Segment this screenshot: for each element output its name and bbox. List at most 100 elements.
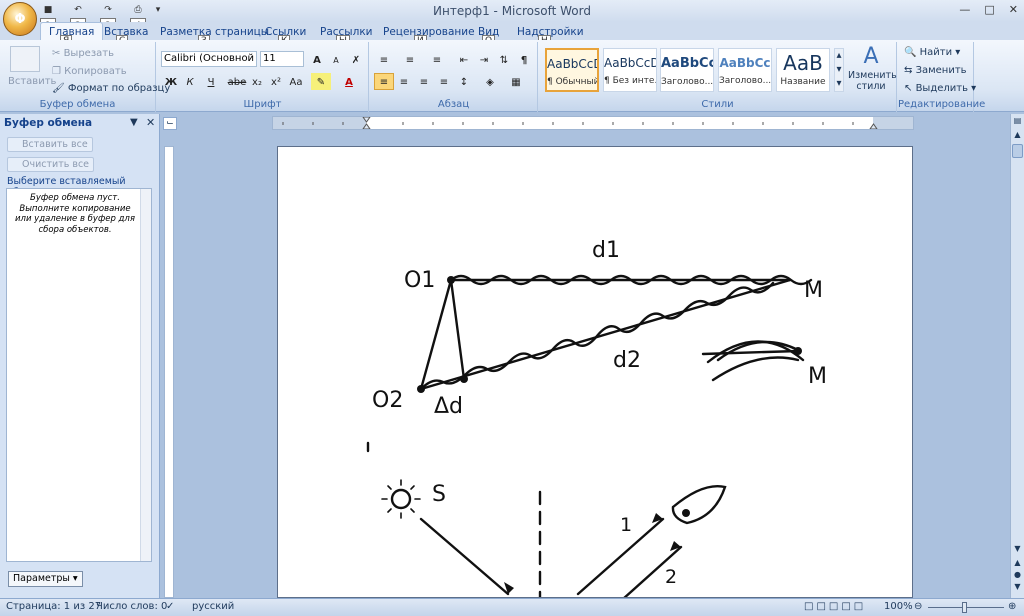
bullets-icon[interactable]: ≡ xyxy=(374,51,394,68)
align-right-icon[interactable]: ≡ xyxy=(414,73,434,90)
cut-button[interactable]: ✂ Вырезать xyxy=(52,48,114,59)
grow-font-button[interactable]: A xyxy=(307,51,327,68)
zoom-in-icon[interactable]: ⊕ xyxy=(1008,601,1016,612)
ruler-toggle-icon[interactable]: ▤ xyxy=(1012,116,1023,128)
status-words[interactable]: Число слов: 0 xyxy=(96,601,167,612)
label-o2: O2 xyxy=(372,388,403,413)
show-marks-icon[interactable]: ¶ xyxy=(514,51,534,68)
decrease-indent-icon[interactable]: ⇤ xyxy=(454,51,474,68)
pane-close-icon[interactable]: ✕ xyxy=(146,116,155,129)
maximize-icon[interactable]: □ xyxy=(984,3,994,16)
font-color-icon[interactable]: A xyxy=(339,73,359,90)
options-button[interactable]: Параметры ▾ xyxy=(8,571,83,587)
align-center-icon[interactable]: ≡ xyxy=(394,73,414,90)
style-name: ¶ Обычный xyxy=(547,77,599,87)
document-page[interactable]: d1 d2 O1 O2 M M Δd S 1 2 xyxy=(277,146,913,598)
ray-d2-line xyxy=(419,278,792,391)
document-figure: d1 d2 O1 O2 M M Δd S 1 2 xyxy=(366,238,827,597)
highlight-icon[interactable]: ✎ xyxy=(311,73,331,90)
clear-format-icon[interactable]: ✗ xyxy=(346,51,366,68)
undo-icon[interactable]: ↶2 xyxy=(70,3,86,33)
pane-scrollbar[interactable] xyxy=(140,189,151,561)
select-button[interactable]: ↖ Выделить ▾ xyxy=(904,83,976,94)
prev-page-icon[interactable]: ▲ xyxy=(1012,558,1023,570)
subscript-button[interactable]: x₂ xyxy=(247,73,267,90)
label-m1: M xyxy=(804,278,823,303)
shrink-font-button[interactable]: A xyxy=(326,51,346,68)
status-page[interactable]: Страница: 1 из 27 xyxy=(6,601,101,612)
minimize-icon[interactable]: — xyxy=(959,3,970,16)
replace-button[interactable]: ⇆ Заменить xyxy=(904,65,967,76)
superscript-button[interactable]: x² xyxy=(266,73,286,90)
clipboard-items-list[interactable]: Буфер обмена пуст. Выполните копирование… xyxy=(6,188,152,562)
font-size-box[interactable]: 11 xyxy=(260,51,304,67)
tab-page-layout[interactable]: Разметка страницы xyxy=(160,24,269,40)
shading-icon[interactable]: ◈ xyxy=(480,73,500,90)
clipboard-empty-message: Буфер обмена пуст. Выполните копирование… xyxy=(15,193,135,235)
paragraph-group: ≡ ≡ ≡ ⇤ ⇥ ⇅ ¶ ≡ ≡ ≡ ≡ ↕ ◈ ▦ Абзац xyxy=(370,42,538,112)
styles-scroll-icon[interactable]: ▴ ▾ ▾ xyxy=(834,48,844,92)
style-heading-2[interactable]: AaBbCc Заголово... xyxy=(718,48,772,92)
zoom-out-icon[interactable]: ⊖ xyxy=(914,601,922,612)
font-name-box[interactable]: Calibri (Основной те xyxy=(161,51,257,67)
office-button[interactable]: Φ xyxy=(3,2,37,36)
status-language[interactable]: русский xyxy=(192,601,234,612)
save-icon[interactable]: ■1 xyxy=(40,3,56,33)
align-left-icon[interactable]: ≡ xyxy=(374,73,394,90)
style-title[interactable]: AaB Название xyxy=(776,48,830,92)
font-group-label: Шрифт xyxy=(243,99,282,110)
borders-icon[interactable]: ▦ xyxy=(506,73,526,90)
numbering-icon[interactable]: ≡ xyxy=(400,51,420,68)
clear-all-button[interactable]: Очистить все xyxy=(7,157,95,172)
vertical-scrollbar[interactable]: ▤ ▲ ▼ ▲ ● ▼ xyxy=(1010,114,1024,598)
style-name: Название xyxy=(780,77,826,87)
copy-button[interactable]: ❐ Копировать xyxy=(52,66,127,77)
multilevel-list-icon[interactable]: ≡ xyxy=(427,51,447,68)
pane-menu-icon[interactable]: ▼ xyxy=(130,117,138,128)
view-buttons-icon[interactable]: □□□□□ xyxy=(804,601,866,612)
close-icon[interactable]: ✕ xyxy=(1009,3,1018,16)
zoom-level[interactable]: 100% xyxy=(884,601,913,612)
change-styles-icon: A xyxy=(863,44,879,69)
strikethrough-button[interactable]: abe xyxy=(225,73,249,90)
zoom-slider-thumb[interactable] xyxy=(962,602,967,613)
find-button[interactable]: 🔍 Найти ▾ xyxy=(904,47,960,58)
paste-button[interactable]: Вставить xyxy=(8,76,56,87)
spellcheck-icon[interactable]: ✓ xyxy=(166,601,174,612)
point-delta xyxy=(460,375,468,383)
style-preview: AaB xyxy=(783,51,823,75)
paste-icon[interactable] xyxy=(10,46,40,72)
increase-indent-icon[interactable]: ⇥ xyxy=(474,51,494,68)
line-spacing-icon[interactable]: ↕ xyxy=(454,73,474,90)
bold-button[interactable]: Ж xyxy=(161,73,181,90)
tab-selector-icon[interactable]: ⌙ xyxy=(163,117,177,130)
label-d2: d2 xyxy=(613,348,641,373)
sort-icon[interactable]: ⇅ xyxy=(494,51,514,68)
paragraph-group-label: Абзац xyxy=(437,99,470,110)
browse-object-icon[interactable]: ● xyxy=(1012,570,1023,582)
style-normal[interactable]: AaBbCcDc ¶ Обычный xyxy=(545,48,599,92)
underline-button[interactable]: Ч xyxy=(201,73,221,90)
tab-review[interactable]: Рецензирование xyxy=(383,24,475,40)
change-case-button[interactable]: Aa xyxy=(285,73,307,90)
scroll-up-icon[interactable]: ▲ xyxy=(1012,130,1023,142)
triangle-right-side xyxy=(449,278,466,381)
wave-m-bottom xyxy=(711,356,800,382)
format-painter-button[interactable]: 🖌 Формат по образцу xyxy=(52,83,170,94)
paste-all-button[interactable]: Вставить все xyxy=(7,137,93,152)
next-page-icon[interactable]: ▼ xyxy=(1012,582,1023,594)
point-o1 xyxy=(447,276,455,284)
scroll-down-icon[interactable]: ▼ xyxy=(1012,544,1023,556)
change-styles-button[interactable]: A Изменить стили xyxy=(848,44,897,92)
print-icon[interactable]: ⎙4 xyxy=(130,3,146,33)
horizontal-ruler[interactable] xyxy=(272,116,914,130)
qat-customize-icon[interactable]: ▾ xyxy=(150,3,166,18)
scroll-thumb[interactable] xyxy=(1012,144,1023,158)
style-heading-1[interactable]: AaBbCc Заголово... xyxy=(660,48,714,92)
editing-group-label: Редактирование xyxy=(898,99,986,110)
clipboard-group-label: Буфер обмена xyxy=(39,99,116,110)
italic-button[interactable]: К xyxy=(180,73,200,90)
redo-icon[interactable]: ↷3 xyxy=(100,3,116,33)
style-no-spacing[interactable]: AaBbCcDc ¶ Без инте... xyxy=(603,48,657,92)
justify-icon[interactable]: ≡ xyxy=(434,73,454,90)
